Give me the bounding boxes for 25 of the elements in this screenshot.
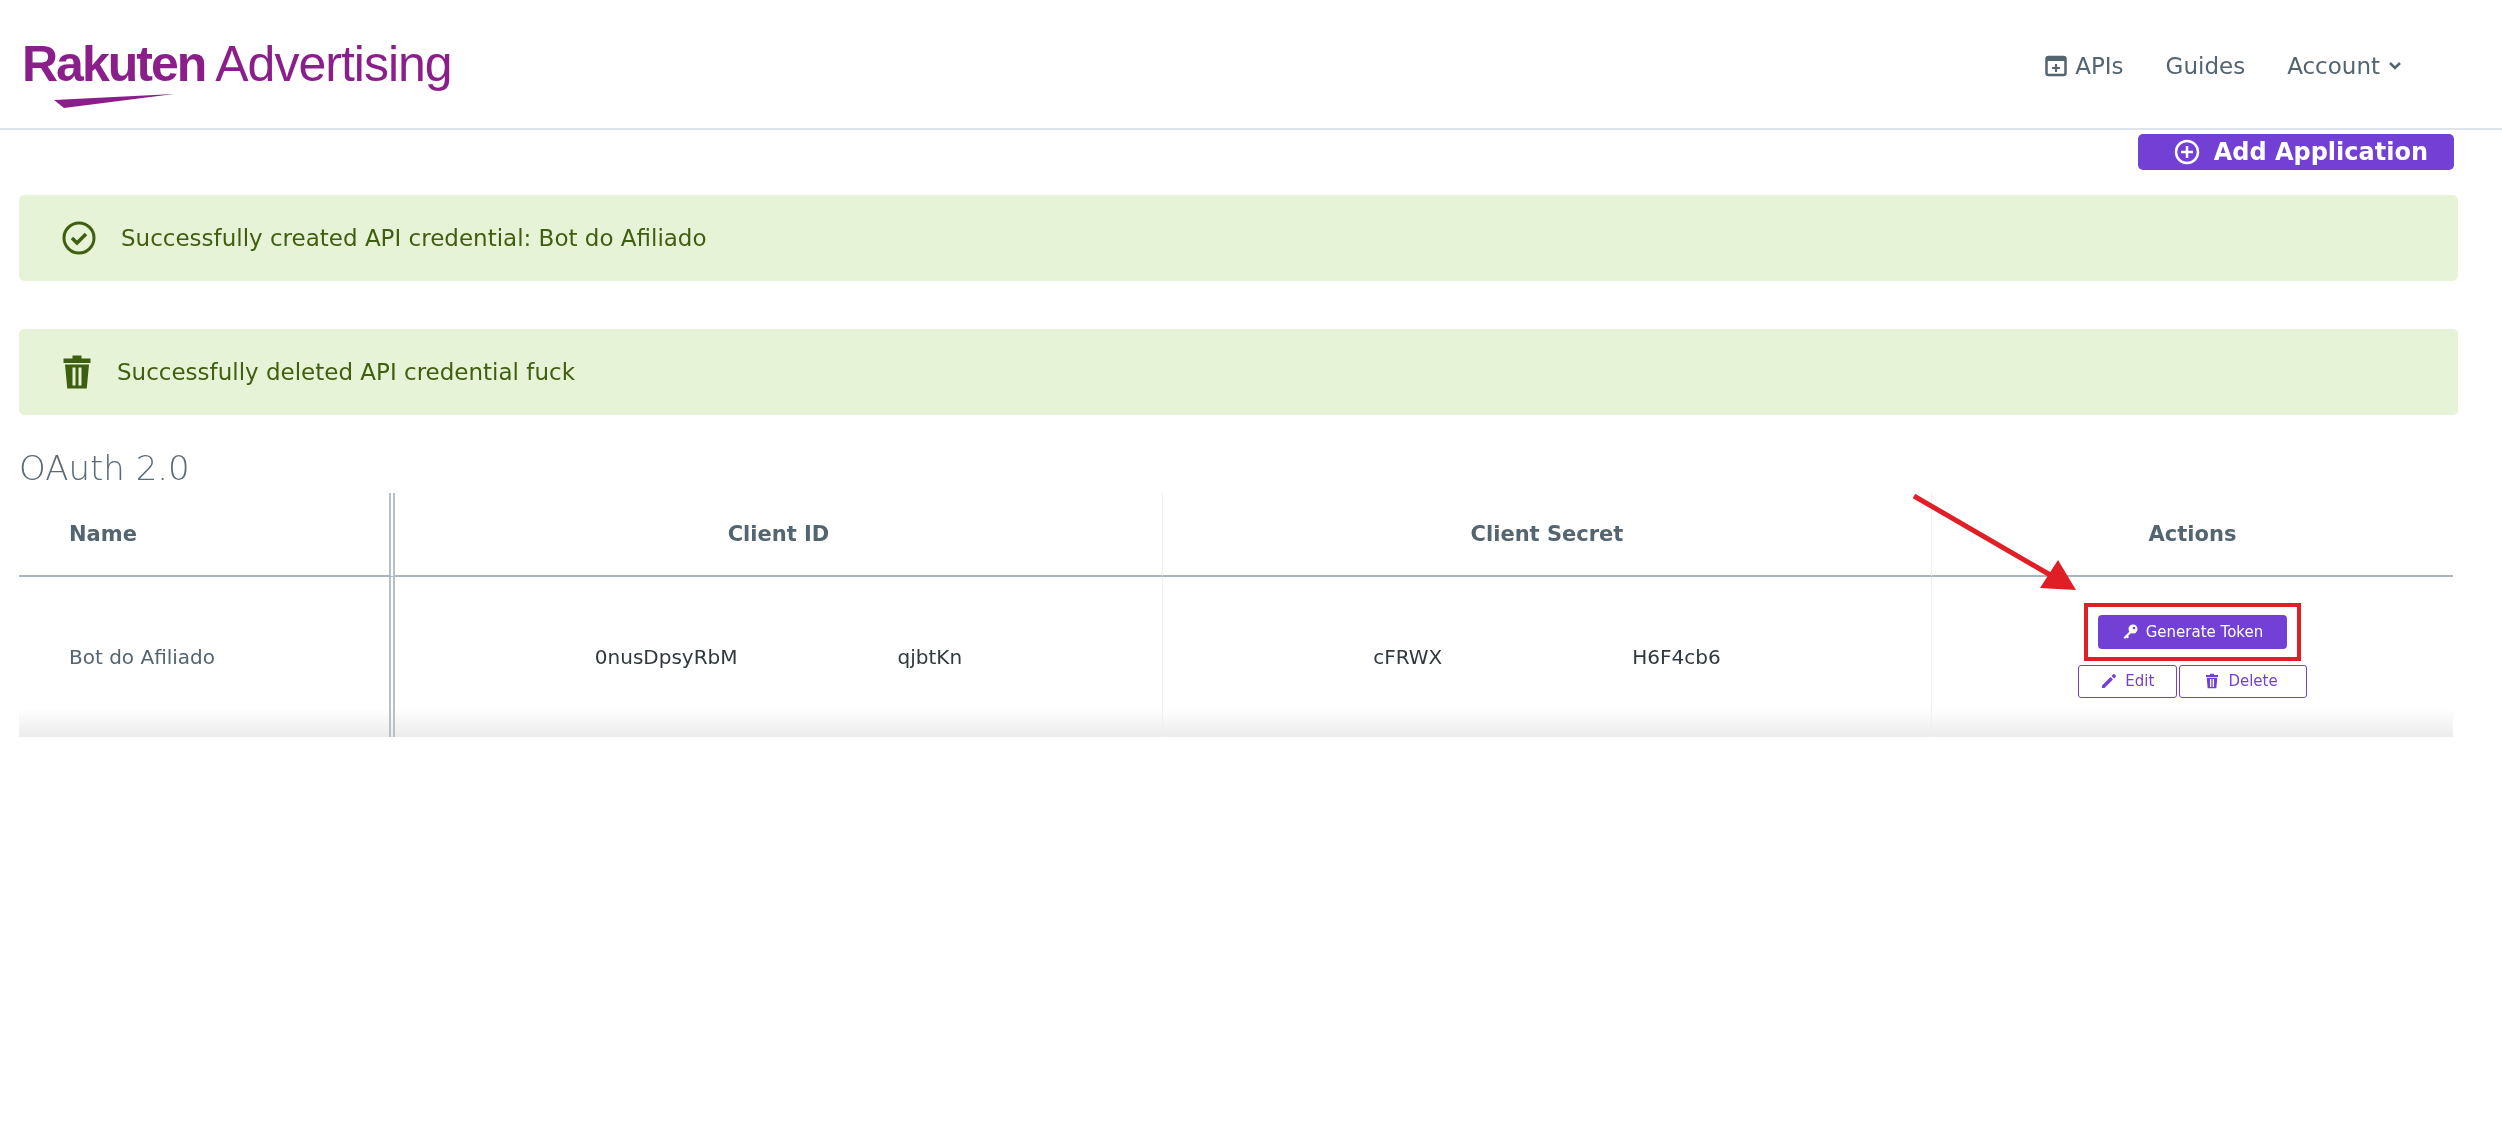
alert-message: Successfully created API credential: Bot do Afiliado: [121, 225, 707, 251]
client-id-fragment: qjbtKn: [897, 645, 963, 669]
generate-token-button[interactable]: Generate Token: [2097, 614, 2288, 649]
trash-icon: [61, 354, 93, 390]
client-secret-fragment: H6F4cb6: [1632, 645, 1721, 669]
section-title: OAuth 2.0: [19, 447, 191, 490]
check-circle-icon: [61, 220, 97, 256]
pencil-icon: [2101, 673, 2118, 689]
delete-button[interactable]: Delete: [2179, 664, 2307, 698]
logo-product-text: Advertising: [215, 35, 452, 93]
client-id-fragment: 0nusDpsyRbM: [594, 645, 738, 669]
window-plus-icon: [2045, 55, 2068, 77]
table-cell: Bot do Afiliado: [19, 577, 395, 737]
alert-message: Successfully deleted API credential fuck: [117, 359, 575, 385]
trash-icon: [2204, 673, 2221, 689]
brand-logo[interactable]: Rakuten: [22, 34, 206, 108]
plus-circle-icon: [2173, 139, 2200, 165]
client-secret-fragment: cFRWX: [1373, 645, 1443, 669]
apis-nav-link[interactable]: APIs: [2045, 49, 2124, 79]
account-menu[interactable]: Account: [2287, 49, 2402, 79]
chevron-down-icon: [2388, 61, 2402, 71]
add-application-button[interactable]: Add Application: [2137, 134, 2454, 170]
guides-nav-link[interactable]: Guides: [2165, 49, 2246, 79]
edit-button[interactable]: Edit: [2078, 664, 2178, 698]
key-icon: [2121, 623, 2138, 640]
